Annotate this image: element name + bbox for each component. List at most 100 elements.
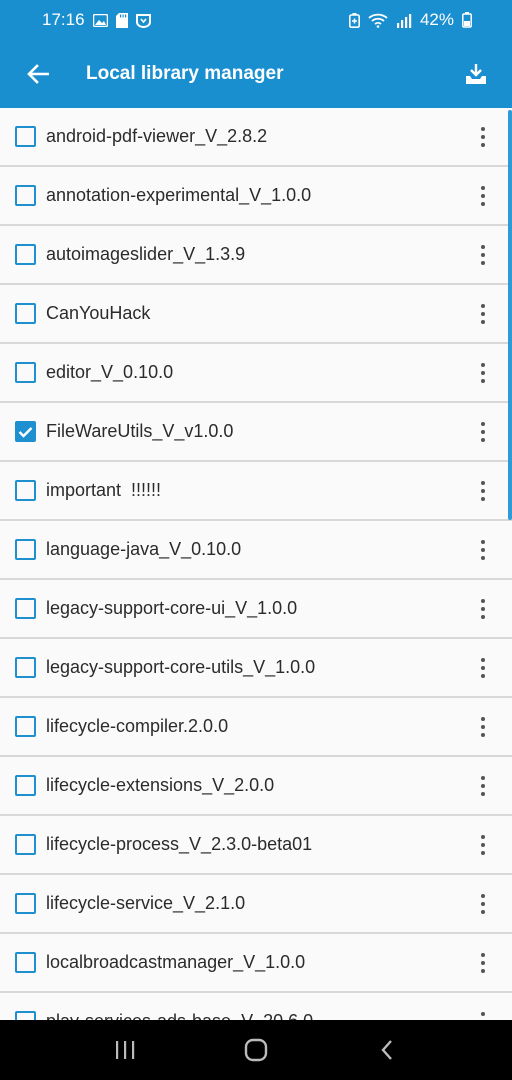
- more-options-button[interactable]: [468, 176, 498, 216]
- library-name: legacy-support-core-ui_V_1.0.0: [46, 598, 298, 618]
- more-vert-icon-dot: [481, 850, 485, 855]
- list-item[interactable]: important !!!!!!: [0, 462, 512, 521]
- list-item[interactable]: lifecycle-extensions_V_2.0.0: [0, 757, 512, 816]
- library-name: autoimageslider_V_1.3.9: [46, 244, 246, 264]
- library-name: play-services-ads-base_V_20.6.0: [46, 1011, 468, 1020]
- more-vert-icon-dot: [481, 791, 485, 796]
- more-vert-icon-dot: [481, 834, 485, 839]
- status-time: 17:16: [42, 10, 85, 29]
- more-options-button[interactable]: [468, 1002, 498, 1020]
- more-vert-icon-dot: [481, 126, 485, 131]
- library-checkbox[interactable]: [15, 952, 36, 973]
- list-item[interactable]: localbroadcastmanager_V_1.0.0: [0, 934, 512, 993]
- sd-card-icon: [115, 12, 128, 28]
- more-options-button[interactable]: [468, 471, 498, 511]
- more-vert-icon-dot: [481, 244, 485, 249]
- home-button[interactable]: [226, 1030, 286, 1070]
- library-checkbox[interactable]: [15, 1011, 36, 1020]
- more-options-button[interactable]: [468, 825, 498, 865]
- list-item[interactable]: legacy-support-core-utils_V_1.0.0: [0, 639, 512, 698]
- system-nav-bar: [0, 1020, 512, 1080]
- list-item[interactable]: annotation-experimental_V_1.0.0: [0, 167, 512, 226]
- library-checkbox[interactable]: [15, 775, 36, 796]
- library-name: lifecycle-extensions_V_2.0.0: [46, 775, 275, 795]
- more-vert-icon-dot: [481, 598, 485, 603]
- more-vert-icon-dot: [481, 539, 485, 544]
- more-vert-icon-dot: [481, 252, 485, 257]
- back-nav-button[interactable]: [357, 1030, 417, 1070]
- library-checkbox[interactable]: [15, 421, 36, 442]
- more-vert-icon-dot: [481, 488, 485, 493]
- back-button[interactable]: [18, 54, 58, 94]
- more-vert-icon-dot: [481, 732, 485, 737]
- list-item[interactable]: lifecycle-process_V_2.3.0-beta01: [0, 816, 512, 875]
- list-item[interactable]: CanYouHack: [0, 285, 512, 344]
- page-title: Local library manager: [86, 63, 284, 84]
- status-left: 17:16: [42, 10, 151, 30]
- more-options-button[interactable]: [468, 235, 498, 275]
- more-vert-icon-dot: [481, 378, 485, 383]
- list-item[interactable]: autoimageslider_V_1.3.9: [0, 226, 512, 285]
- library-checkbox[interactable]: [15, 303, 36, 324]
- more-vert-icon-dot: [481, 555, 485, 560]
- more-vert-icon-dot: [481, 783, 485, 788]
- more-options-button[interactable]: [468, 589, 498, 629]
- more-options-button[interactable]: [468, 294, 498, 334]
- app-bar: Local library manager: [0, 40, 512, 108]
- signal-icon: [396, 13, 412, 28]
- download-tray-icon: [466, 64, 486, 84]
- more-vert-icon-dot: [481, 665, 485, 670]
- more-options-button[interactable]: [468, 707, 498, 747]
- more-vert-icon-dot: [481, 842, 485, 847]
- library-checkbox[interactable]: [15, 362, 36, 383]
- more-vert-icon-dot: [481, 201, 485, 206]
- more-options-button[interactable]: [468, 884, 498, 924]
- list-item[interactable]: lifecycle-compiler.2.0.0: [0, 698, 512, 757]
- more-vert-icon-dot: [481, 716, 485, 721]
- library-checkbox[interactable]: [15, 539, 36, 560]
- more-options-button[interactable]: [468, 353, 498, 393]
- status-bar: 17:16 42%: [0, 0, 512, 40]
- list-item[interactable]: android-pdf-viewer_V_2.8.2: [0, 108, 512, 167]
- more-options-button[interactable]: [468, 412, 498, 452]
- library-checkbox[interactable]: [15, 598, 36, 619]
- more-options-button[interactable]: [468, 530, 498, 570]
- more-options-button[interactable]: [468, 648, 498, 688]
- list-item[interactable]: editor_V_0.10.0: [0, 344, 512, 403]
- more-vert-icon-dot: [481, 952, 485, 957]
- list-item[interactable]: legacy-support-core-ui_V_1.0.0: [0, 580, 512, 639]
- library-checkbox[interactable]: [15, 716, 36, 737]
- list-item[interactable]: lifecycle-service_V_2.1.0: [0, 875, 512, 934]
- library-list[interactable]: android-pdf-viewer_V_2.8.2 annotation-exp…: [0, 108, 512, 1020]
- library-name: FileWareUtils_V_v1.0.0: [46, 421, 234, 441]
- more-vert-icon-dot: [481, 319, 485, 324]
- more-vert-icon-dot: [481, 370, 485, 375]
- more-options-button[interactable]: [468, 117, 498, 157]
- more-vert-icon-dot: [481, 260, 485, 265]
- more-vert-icon-dot: [481, 960, 485, 965]
- more-options-button[interactable]: [468, 766, 498, 806]
- recent-apps-button[interactable]: [95, 1030, 155, 1070]
- chevron-left-icon: [381, 1040, 392, 1060]
- battery-saver-icon: [348, 12, 360, 28]
- more-vert-icon-dot: [481, 496, 485, 501]
- library-checkbox[interactable]: [15, 126, 36, 147]
- library-checkbox[interactable]: [15, 185, 36, 206]
- list-item[interactable]: FileWareUtils_V_v1.0.0: [0, 403, 512, 462]
- recents-icon: [116, 1041, 135, 1059]
- import-library-button[interactable]: [456, 54, 496, 94]
- list-item[interactable]: language-java_V_0.10.0: [0, 521, 512, 580]
- more-options-button[interactable]: [468, 943, 498, 983]
- library-checkbox[interactable]: [15, 834, 36, 855]
- library-name: lifecycle-process_V_2.3.0-beta01: [46, 834, 313, 854]
- more-vert-icon-dot: [481, 193, 485, 198]
- library-checkbox[interactable]: [15, 893, 36, 914]
- scrollbar-thumb[interactable]: [508, 110, 512, 520]
- library-checkbox[interactable]: [15, 244, 36, 265]
- library-name: CanYouHack: [46, 303, 151, 323]
- library-checkbox[interactable]: [15, 480, 36, 501]
- library-name: important !!!!!!: [46, 480, 162, 500]
- more-vert-icon-dot: [481, 614, 485, 619]
- list-item[interactable]: play-services-ads-base_V_20.6.0: [0, 993, 512, 1020]
- library-checkbox[interactable]: [15, 657, 36, 678]
